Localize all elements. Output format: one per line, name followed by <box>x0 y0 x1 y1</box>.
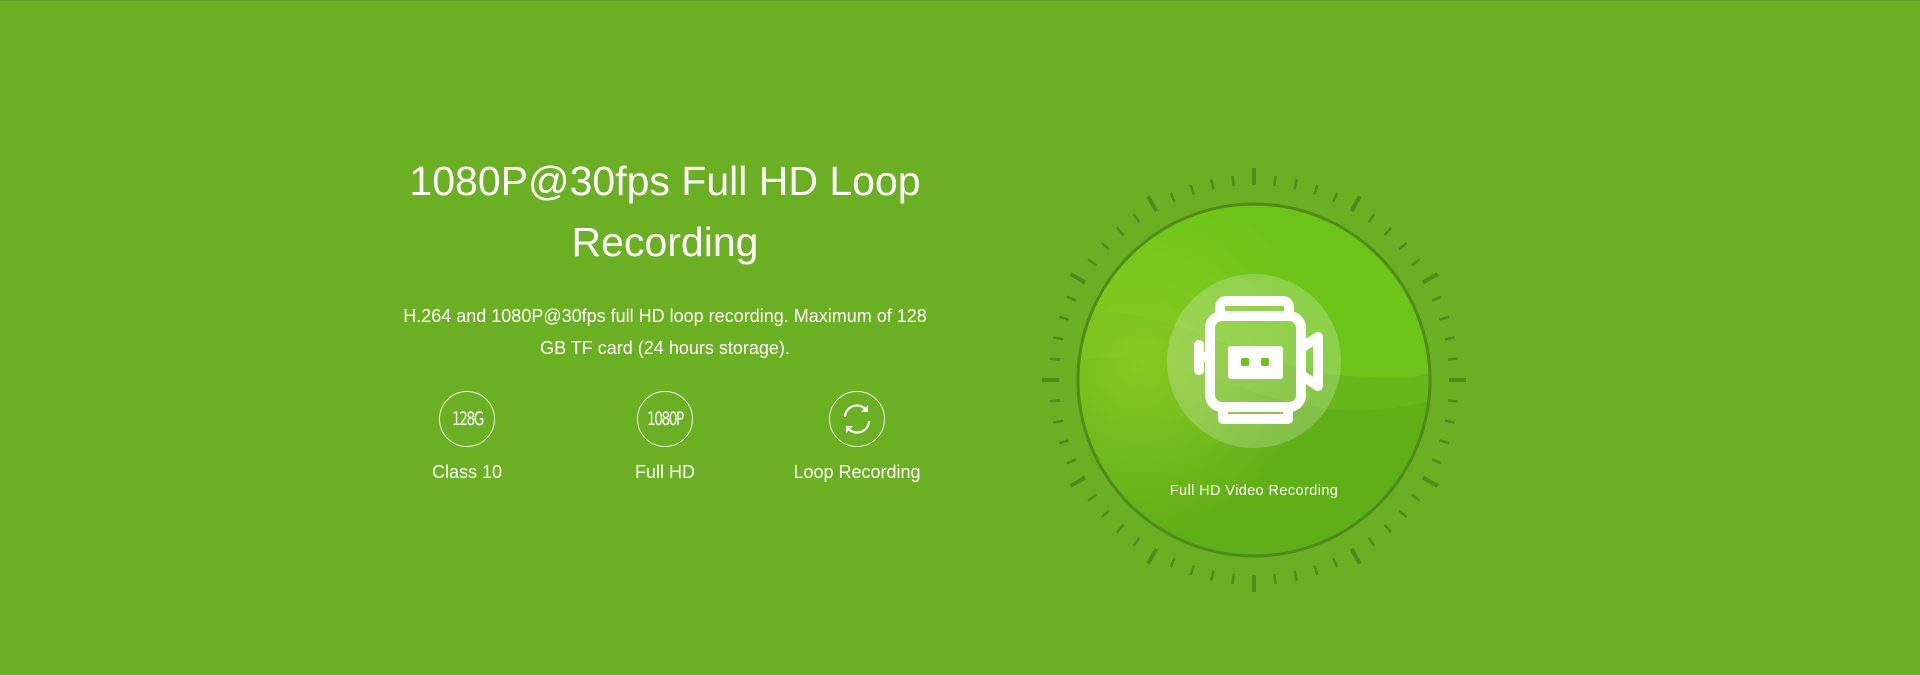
dial-tick <box>1066 458 1077 465</box>
dial-tick <box>1293 570 1298 581</box>
dial-tick <box>1210 179 1215 190</box>
dial-tick <box>1383 524 1393 534</box>
dial-tick <box>1210 570 1215 581</box>
dial-tick <box>1146 195 1159 213</box>
dial-svg: Full HD Video Recording <box>1042 168 1466 592</box>
dial-tick <box>1189 184 1195 195</box>
dial-tick <box>1087 258 1097 267</box>
dial-tick <box>1439 439 1450 445</box>
dial-caption: Full HD Video Recording <box>1170 483 1339 499</box>
dial-tick <box>1189 565 1195 576</box>
dial-tick <box>1132 537 1141 547</box>
dial-tick <box>1444 336 1455 341</box>
dial-tick <box>1058 439 1069 445</box>
dial-tick <box>1332 192 1339 203</box>
dial-tick <box>1273 573 1277 585</box>
feature-label: Class 10 <box>431 462 503 482</box>
dial-tick <box>1293 179 1298 190</box>
dial-tick <box>1431 458 1442 465</box>
dial-tick <box>1398 241 1408 251</box>
feature-loop-recording: Loop Recording <box>782 391 932 483</box>
dial-tick <box>1069 475 1087 488</box>
dial-tick <box>1115 226 1125 236</box>
dial-tick <box>1053 336 1064 341</box>
feature-label: Full HD <box>634 462 695 482</box>
dial-tick <box>1313 184 1319 195</box>
dial-tick <box>1349 547 1362 565</box>
dial-tick <box>1421 272 1439 285</box>
feature-icon-row: 128G Class 10 1080P Full HD Loop Recordi… <box>393 391 937 501</box>
dial-tick <box>1349 195 1362 213</box>
dial-tick <box>1066 295 1077 302</box>
dial-tick <box>1398 509 1408 519</box>
dial-tick <box>1431 295 1442 302</box>
dial-tick <box>1100 241 1110 251</box>
dial-tick <box>1411 258 1421 267</box>
dial-tick <box>1058 315 1069 321</box>
dial-tick <box>1313 565 1319 576</box>
dial-tick <box>1421 475 1439 488</box>
resolution-icon: 1080P <box>637 391 693 447</box>
dial-tick <box>1169 192 1176 203</box>
product-feature-banner: 1080P@30fps Full HD Loop Recording H.264… <box>0 0 1920 675</box>
dial-tick <box>1115 524 1125 534</box>
dial-tick <box>1069 272 1087 285</box>
resolution-icon-text: 1080P <box>647 408 684 430</box>
dial-tick <box>1383 226 1393 236</box>
recording-dial-graphic: Full HD Video Recording <box>1039 165 1469 595</box>
dial-tick <box>1049 399 1061 403</box>
capacity-icon-text: 128G <box>451 408 484 430</box>
loop-arrows-icon <box>829 391 885 447</box>
feature-text-panel: 1080P@30fps Full HD Loop Recording H.264… <box>393 151 937 482</box>
dial-tick <box>1169 557 1176 568</box>
dial-tick <box>1100 509 1110 519</box>
dial-tick <box>1447 357 1459 361</box>
page-title: 1080P@30fps Full HD Loop Recording <box>409 158 921 265</box>
dial-tick <box>1273 175 1277 187</box>
dial-tick <box>1132 213 1141 223</box>
dial-tick <box>1146 547 1159 565</box>
dial-tick <box>1447 399 1459 403</box>
dial-tick <box>1049 357 1061 361</box>
dial-tick <box>1231 175 1235 187</box>
dial-tick <box>1367 213 1376 223</box>
dial-tick <box>1087 493 1097 502</box>
dial-tick <box>1367 537 1376 547</box>
dial-tick <box>1231 573 1235 585</box>
dial-tick <box>1444 419 1455 424</box>
dial-tick <box>1439 315 1450 321</box>
dial-tick <box>1411 493 1421 502</box>
feature-class-10: 128G Class 10 <box>392 391 542 483</box>
sd-card-capacity-icon: 128G <box>439 391 495 447</box>
loop-arrows-svg <box>843 404 871 434</box>
feature-full-hd: 1080P Full HD <box>590 391 740 483</box>
feature-label: Loop Recording <box>793 462 921 482</box>
dial-tick <box>1053 419 1064 424</box>
dial-tick <box>1332 557 1339 568</box>
feature-description: H.264 and 1080P@30fps full HD loop recor… <box>403 306 927 358</box>
